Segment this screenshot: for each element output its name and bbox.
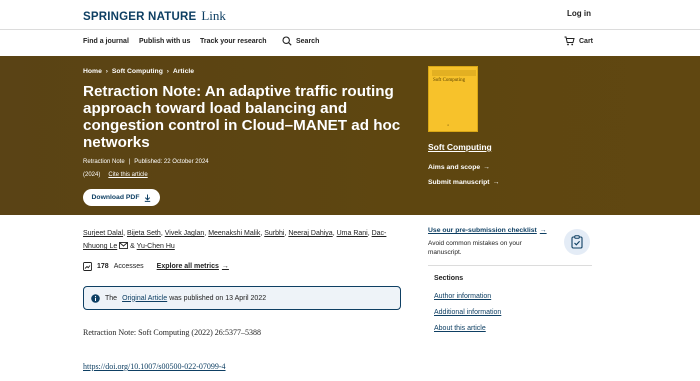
article-year: (2024) — [83, 172, 101, 178]
author-link[interactable]: Vivek Jaglan — [165, 230, 205, 237]
breadcrumb-journal[interactable]: Soft Computing — [112, 68, 163, 75]
arrow-right-icon: → — [221, 263, 229, 270]
published-date: Published: 22 October 2024 — [134, 159, 209, 165]
checklist-description: Avoid common mistakes on your manuscript… — [428, 240, 522, 256]
breadcrumb: Home › Soft Computing › Article — [83, 68, 194, 75]
submit-manuscript-link[interactable]: Submit manuscript → — [428, 179, 499, 186]
article-metrics: 178 Accesses Explore all metrics → — [83, 262, 229, 271]
chevron-right-icon: › — [166, 68, 169, 75]
presubmission-checklist-link[interactable]: Use our pre-submission checklist → — [428, 227, 547, 234]
aims-scope-label: Aims and scope — [428, 164, 481, 171]
search-button[interactable]: Search — [282, 36, 319, 46]
cover-publisher-mark: ✦ — [447, 124, 450, 127]
sidebar-divider — [428, 265, 592, 266]
article-meta-secondary: (2024) Cite this article — [83, 172, 148, 178]
checklist-link-label: Use our pre-submission checklist — [428, 227, 537, 234]
section-link-additional-information[interactable]: Additional information — [434, 309, 501, 316]
arrow-right-icon: → — [539, 227, 547, 234]
sections-heading: Sections — [434, 275, 464, 282]
author-list: Surjeet Dalal, Bijeta Seth, Vivek Jaglan… — [83, 230, 387, 250]
login-link[interactable]: Log in — [567, 9, 591, 18]
original-article-link[interactable]: Original Article — [122, 295, 167, 302]
author-link[interactable]: Uma Rani — [337, 230, 368, 237]
section-link-about-this-article[interactable]: About this article — [434, 325, 486, 332]
journal-name-link[interactable]: Soft Computing — [428, 142, 492, 152]
cover-title: Soft Computing — [433, 78, 466, 83]
accesses-label: Accesses — [113, 263, 144, 270]
logo-brand: SPRINGER NATURE — [83, 11, 197, 23]
breadcrumb-current: Article — [172, 68, 195, 75]
search-label: Search — [296, 37, 320, 45]
original-article-notice: The Original Article was published on 13… — [83, 286, 401, 310]
doi-link[interactable]: https://doi.org/10.1007/s00500-022-07099… — [83, 362, 226, 371]
article-hero: Home › Soft Computing › Article Retracti… — [0, 56, 700, 215]
cart-button[interactable]: Cart — [564, 36, 593, 46]
envelope-icon[interactable] — [119, 242, 129, 249]
article-type: Retraction Note — [83, 159, 125, 165]
cart-label: Cart — [579, 37, 594, 45]
arrow-right-icon: → — [492, 179, 500, 186]
journal-cover-image[interactable]: Soft Computing ✦ — [428, 66, 478, 132]
nav-track-research[interactable]: Track your research — [200, 38, 267, 45]
author-link[interactable]: Bijeta Seth — [127, 230, 161, 237]
breadcrumb-home[interactable]: Home — [83, 68, 102, 75]
top-bar: SPRINGER NATURE Link Log in — [0, 0, 700, 30]
arrow-right-icon: → — [483, 164, 490, 171]
chevron-right-icon: › — [105, 68, 108, 75]
nav-find-journal[interactable]: Find a journal — [83, 38, 129, 45]
logo-product: Link — [201, 8, 226, 23]
explore-metrics-label: Explore all metrics — [156, 263, 219, 270]
author-link[interactable]: Yu-Chen Hu — [137, 243, 175, 250]
download-icon — [145, 194, 151, 202]
search-icon — [282, 36, 292, 46]
aims-scope-link[interactable]: Aims and scope → — [428, 164, 490, 171]
author-link[interactable]: Neeraj Dahiya — [288, 230, 332, 237]
accesses-count: 178 — [97, 263, 109, 270]
info-icon — [91, 293, 100, 303]
accesses-icon — [83, 262, 92, 271]
nav-publish-with-us[interactable]: Publish with us — [139, 38, 190, 45]
author-link[interactable]: Surjeet Dalal — [83, 230, 123, 237]
cart-icon — [564, 36, 575, 46]
retraction-text: Retraction Note: Soft Computing (2022) 2… — [83, 328, 261, 337]
download-pdf-label: Download PDF — [91, 194, 140, 201]
article-title: Retraction Note: An adaptive traffic rou… — [83, 83, 401, 151]
submit-manuscript-label: Submit manuscript — [428, 179, 490, 186]
meta-separator: | — [128, 159, 131, 165]
download-pdf-button[interactable]: Download PDF — [83, 189, 160, 206]
explore-metrics-link[interactable]: Explore all metrics → — [157, 263, 229, 270]
cite-article-link[interactable]: Cite this article — [108, 172, 147, 178]
section-link-author-information[interactable]: Author information — [434, 293, 491, 300]
cover-band — [432, 70, 476, 76]
clipboard-check-icon — [564, 229, 590, 255]
notice-prefix: The — [105, 294, 118, 302]
article-meta: Retraction Note | Published: 22 October … — [83, 159, 209, 165]
springer-nature-link-logo[interactable]: SPRINGER NATURE Link — [83, 8, 226, 23]
notice-suffix: was published on 13 April 2022 — [169, 294, 267, 302]
author-link[interactable]: Surbhi — [264, 230, 284, 237]
author-link[interactable]: Meenakshi Malik — [208, 230, 260, 237]
main-nav: Find a journal Publish with us Track you… — [0, 30, 700, 56]
